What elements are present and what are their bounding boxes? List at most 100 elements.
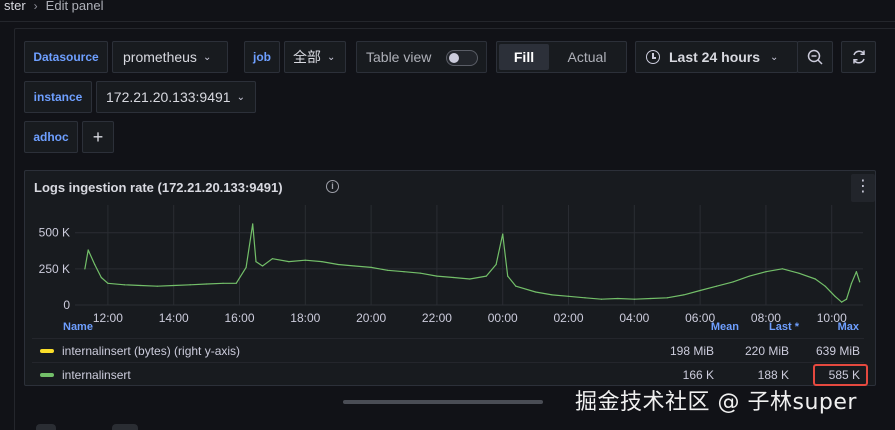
breadcrumb-separator: › [33,0,38,13]
breadcrumb-current: Edit panel [45,0,104,13]
refresh-button[interactable] [841,41,876,73]
data-point [666,297,668,299]
data-point [304,259,306,261]
toggle-switch[interactable] [446,50,478,66]
data-point [732,281,734,283]
data-point [748,275,751,277]
series-color-swatch[interactable] [40,348,54,353]
breadcrumb-parent[interactable]: ster [4,0,26,13]
bottom-control-stub [36,424,56,430]
legend-header-last[interactable]: Last * [741,321,799,333]
data-point [699,289,701,292]
x-tick-label: 16:00 [224,311,254,325]
datasource-select[interactable]: prometheus ⌄ [112,41,228,73]
legend-last: 188 K [757,367,789,382]
horizontal-scrollbar[interactable] [343,400,543,404]
data-point [859,281,861,283]
legend-header-name[interactable]: Name [63,321,93,333]
data-point [386,269,389,271]
data-point [123,284,125,286]
instance-select[interactable]: 172.21.20.133:9491 ⌄ [96,81,256,113]
timeseries-panel: Logs ingestion rate (172.21.20.133:9491)… [24,170,876,386]
data-point [535,291,537,293]
data-point [156,285,158,287]
x-tick-label: 20:00 [356,311,386,325]
job-value: 全部 [293,49,321,65]
data-point [107,282,109,284]
fill-button[interactable]: Fill [499,44,549,70]
data-point [495,263,497,266]
data-point [683,294,685,296]
data-point [419,272,422,274]
data-point [189,284,191,286]
data-point [469,278,471,280]
data-point [271,258,274,260]
legend-header-max[interactable]: Max [807,321,859,333]
legend-mean: 166 K [682,367,714,382]
data-point [715,285,718,287]
add-filter-button[interactable]: + [82,121,114,153]
actual-button[interactable]: Actual [557,44,617,70]
data-point [633,298,635,300]
job-select[interactable]: 全部 ⌄ [284,41,346,73]
data-point [502,233,504,235]
data-point [84,268,86,270]
x-tick-label: 12:00 [93,311,123,325]
data-point [855,271,858,273]
data-point [845,298,848,300]
refresh-icon [852,50,865,64]
chevron-down-icon: ⌄ [770,51,779,63]
datasource-label: Datasource [24,41,108,73]
job-label: job [244,41,280,73]
watermark: 掘金技术社区 @ 子林super [575,390,857,415]
data-point [507,275,509,277]
data-point [255,261,257,263]
data-point [584,297,586,299]
data-point [354,265,356,267]
data-point [337,263,339,266]
series-color-swatch[interactable] [40,372,54,377]
data-point [824,285,826,287]
legend-series-name[interactable]: internalinsert (bytes) (right y-axis) [62,344,240,358]
data-point [650,297,652,300]
data-point [814,278,816,280]
toggle-knob [449,53,459,63]
datasource-value: prometheus [123,49,197,65]
data-point [370,266,372,268]
data-point [252,223,254,225]
data-point [261,265,264,267]
data-point [841,301,843,303]
instance-label: instance [24,81,92,113]
data-point [834,295,836,297]
highlight-box [813,364,868,386]
y-tick-label: 250 K [39,262,70,276]
series-line-internalinsert [84,223,861,303]
chevron-down-icon: ⌄ [327,51,336,63]
data-point [206,283,208,285]
breadcrumb: ster › Edit panel [0,0,895,22]
data-point [485,275,487,277]
data-point [765,271,767,273]
data-point [94,263,96,266]
clock-icon [646,50,660,64]
data-point [235,282,237,284]
data-point [452,276,454,279]
adhoc-label: adhoc [24,121,78,153]
bottom-control-stub [112,424,138,430]
legend-series-name[interactable]: internalinsert [62,368,131,382]
data-point [798,272,800,274]
zoom-out-button[interactable] [797,41,833,73]
x-tick-label: 18:00 [290,311,320,325]
data-point [850,282,853,284]
data-point [551,294,553,296]
zoom-out-icon [807,49,823,65]
legend-mean: 198 MiB [669,343,714,358]
legend-row[interactable]: internalinsert 166 K 188 K 585 K [32,362,864,386]
table-view-toggle[interactable]: Table view [356,41,487,73]
time-range-picker[interactable]: Last 24 hours ⌄ [635,41,798,73]
time-range-value: Last 24 hours [669,49,761,65]
data-point [617,297,619,300]
x-tick-label: 22:00 [422,311,452,325]
legend-row[interactable]: internalinsert (bytes) (right y-axis) 19… [32,338,864,362]
legend-header-mean[interactable]: Mean [681,321,739,333]
